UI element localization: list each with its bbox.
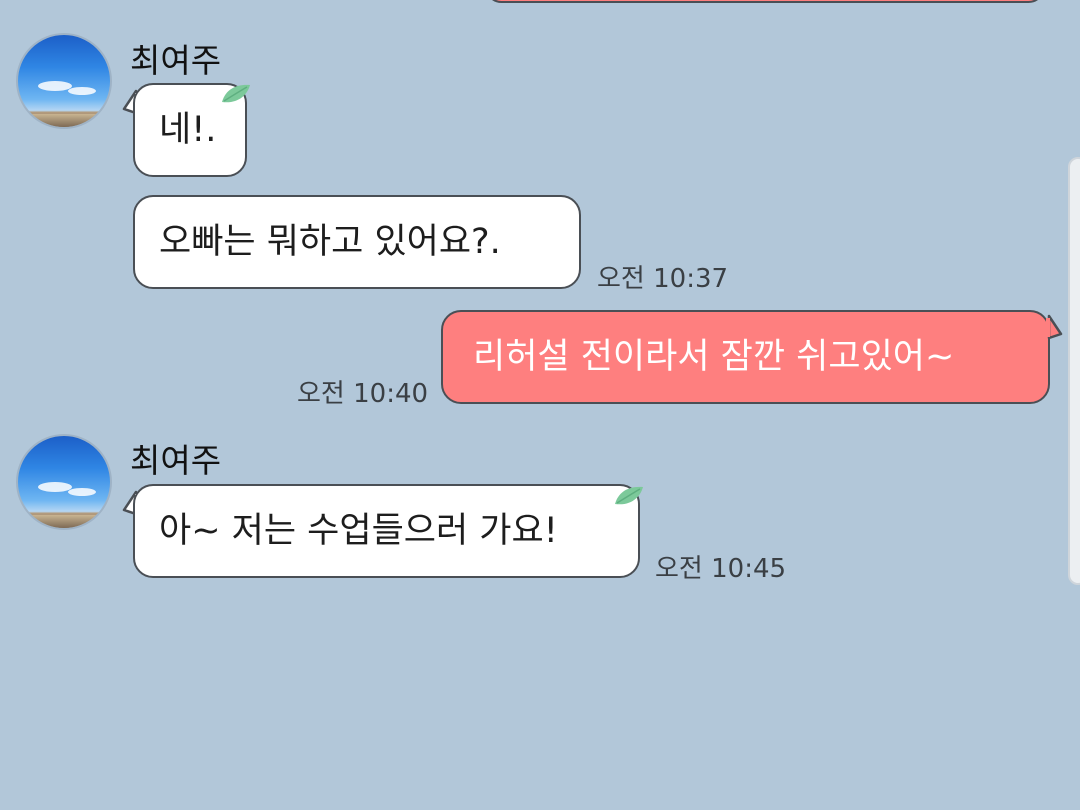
scrollbar[interactable] (1068, 157, 1080, 585)
message-text: 아~ 저는 수업들으러 가요! (159, 510, 558, 551)
leaf-sticker-icon (615, 486, 643, 505)
message-bubble[interactable]: 오빠는 뭐하고 있어요?. (133, 195, 581, 289)
sender-name: 최여주 (130, 441, 222, 480)
message-text: 오빠는 뭐하고 있어요?. (159, 221, 501, 262)
message-time: 오전 10:37 (597, 264, 729, 294)
bubble-tail (1046, 314, 1063, 340)
leaf-sticker-icon (222, 84, 250, 103)
message-text: 리허설 전이라서 잠깐 쉬고있어~ (473, 336, 955, 377)
chat-area[interactable]: 최여주 네!. 오빠는 뭐하고 있어요?. 오전 10:37 리허설 전이라서 … (0, 0, 1080, 810)
message-time: 오전 10:40 (297, 379, 429, 409)
previous-message-bubble[interactable] (485, 0, 1045, 3)
message-time: 오전 10:45 (655, 554, 787, 584)
profile-avatar[interactable] (16, 434, 112, 530)
sender-name: 최여주 (130, 41, 222, 80)
message-bubble[interactable]: 아~ 저는 수업들으러 가요! (133, 484, 640, 578)
message-text: 네!. (159, 109, 217, 150)
sent-message-bubble[interactable]: 리허설 전이라서 잠깐 쉬고있어~ (441, 310, 1050, 404)
profile-avatar[interactable] (16, 33, 112, 129)
